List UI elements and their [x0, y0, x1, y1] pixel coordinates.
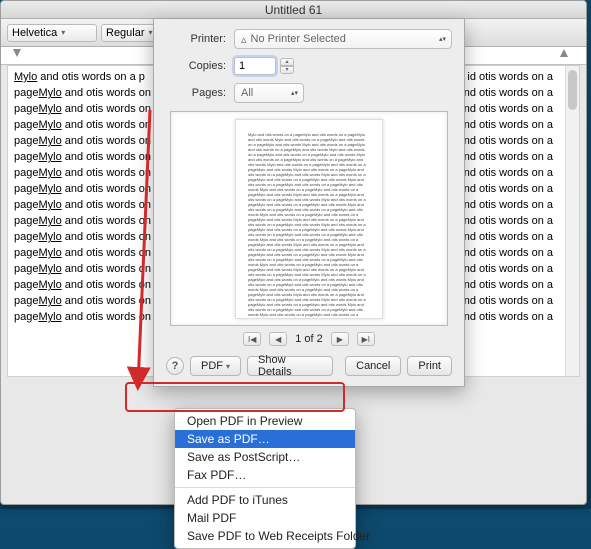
pager-prev[interactable]: ◀: [269, 332, 287, 346]
preview-page: Mylo and otis words on a pageMylo and ot…: [235, 119, 383, 319]
font-family-select[interactable]: Helvetica: [7, 24, 97, 42]
print-dialog: Printer: ▵No Printer Selected Copies: 1 …: [153, 19, 465, 387]
printer-label: Printer:: [166, 33, 226, 45]
pager-next[interactable]: ▶: [331, 332, 349, 346]
pages-select[interactable]: All: [234, 83, 304, 103]
print-preview: Mylo and otis words on a pageMylo and ot…: [170, 111, 448, 326]
show-details-button[interactable]: Show Details: [247, 356, 333, 376]
pdf-menu-item[interactable]: Mail PDF: [175, 509, 355, 527]
copies-input[interactable]: 1: [234, 57, 276, 75]
pdf-menu-item[interactable]: Save as PostScript…: [175, 448, 355, 466]
window-title: Untitled 61: [265, 3, 322, 17]
pager-text: 1 of 2: [295, 333, 323, 345]
print-button[interactable]: Print: [407, 356, 452, 376]
menu-separator: [175, 487, 355, 488]
help-button[interactable]: ?: [166, 357, 184, 375]
pdf-menu-item[interactable]: Add PDF to iTunes: [175, 491, 355, 509]
pdf-menu-button[interactable]: PDF: [190, 356, 241, 376]
dialog-buttons: ? PDF Show Details Cancel Print: [166, 356, 452, 376]
pdf-menu-item[interactable]: Save PDF to Web Receipts Folder: [175, 527, 355, 545]
scroll-thumb[interactable]: [568, 70, 577, 110]
printer-select[interactable]: ▵No Printer Selected: [234, 29, 452, 49]
window-titlebar[interactable]: Untitled 61: [1, 1, 586, 19]
pdf-menu-item[interactable]: Fax PDF…: [175, 466, 355, 484]
pager-first[interactable]: I◀: [243, 332, 261, 346]
pages-label: Pages:: [166, 87, 226, 99]
cancel-button[interactable]: Cancel: [345, 356, 401, 376]
copies-label: Copies:: [166, 60, 226, 72]
pdf-dropdown-menu: Open PDF in PreviewSave as PDF…Save as P…: [174, 408, 356, 549]
pager: I◀ ◀ 1 of 2 ▶ ▶I: [166, 332, 452, 346]
pager-last[interactable]: ▶I: [357, 332, 375, 346]
pdf-menu-item[interactable]: Open PDF in Preview: [175, 412, 355, 430]
vertical-scrollbar[interactable]: [565, 66, 579, 376]
copies-stepper[interactable]: ▴▾: [280, 58, 294, 74]
pdf-menu-item[interactable]: Save as PDF…: [175, 430, 355, 448]
